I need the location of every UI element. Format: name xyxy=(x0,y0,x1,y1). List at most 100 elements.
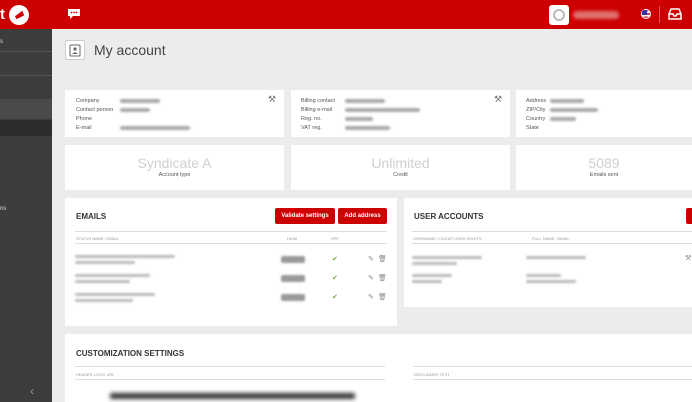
user-row-redacted xyxy=(412,256,482,259)
brand-logo-icon xyxy=(9,4,29,25)
info-row: E-mail xyxy=(76,123,190,132)
divider xyxy=(412,231,692,232)
user-row-redacted xyxy=(526,274,561,277)
user-row-redacted xyxy=(526,256,586,259)
divider xyxy=(412,243,692,244)
sidebar-item-4[interactable] xyxy=(0,99,52,119)
chat-icon[interactable] xyxy=(67,8,81,20)
redacted-value xyxy=(120,107,150,112)
info-label: E-mail xyxy=(76,124,92,131)
sidebar-item-1[interactable]: s xyxy=(0,32,52,52)
divider xyxy=(75,231,387,232)
info-label: Billing contact xyxy=(301,97,335,104)
edit-tools-icon[interactable]: ⚒ xyxy=(494,95,503,104)
info-row: VAT reg. xyxy=(301,123,420,132)
address-card: Address ZIP/City Country State xyxy=(516,90,692,137)
add-user-button[interactable] xyxy=(686,208,692,224)
trash-icon[interactable]: 🗑 xyxy=(378,274,387,282)
edit-tools-icon[interactable]: ⚒ xyxy=(268,95,277,104)
divider xyxy=(413,366,692,367)
redacted-value xyxy=(345,107,420,112)
brand-text: t xyxy=(0,6,5,23)
divider xyxy=(75,243,387,244)
user-row-redacted xyxy=(412,274,452,277)
email-row-redacted xyxy=(75,293,155,296)
username-redacted xyxy=(573,10,619,19)
email-row-redacted xyxy=(75,299,133,302)
redacted-value xyxy=(345,116,373,121)
spf-check-icon: ✔ xyxy=(332,294,338,301)
spf-check-icon: ✔ xyxy=(332,275,338,282)
info-row: Country xyxy=(526,114,598,123)
info-label: Reg. no. xyxy=(301,115,322,122)
column-header: USERNAME / CLIENT USER RIGHTS xyxy=(413,236,482,241)
section-title: USER ACCOUNTS xyxy=(414,212,484,221)
info-row: Phone xyxy=(76,114,190,123)
stat-credit: Unlimited Credit xyxy=(291,145,510,190)
stat-account-type: Syndicate A Account type xyxy=(65,145,284,190)
email-row-redacted xyxy=(75,255,175,258)
validate-settings-button[interactable]: Validate settings xyxy=(275,208,335,224)
brand[interactable]: t xyxy=(0,0,52,29)
field-label: DISCLAIMER TEXT xyxy=(414,372,450,377)
info-label: State xyxy=(526,124,539,131)
email-row-redacted xyxy=(75,261,135,264)
stat-label: Credit xyxy=(393,172,408,178)
redacted-value xyxy=(120,98,160,103)
info-row: Billing contact xyxy=(301,96,420,105)
inbox-icon[interactable] xyxy=(668,8,682,20)
dkim-redacted xyxy=(281,256,305,263)
info-label: Country xyxy=(526,115,546,122)
account-card-icon xyxy=(65,40,85,60)
info-label: Contact person xyxy=(76,106,114,113)
column-header: STATUS xyxy=(76,236,92,241)
language-flag-icon[interactable] xyxy=(641,9,651,19)
sidebar-item-3[interactable] xyxy=(0,76,52,96)
collapse-sidebar-icon[interactable]: ‹ xyxy=(30,384,34,398)
user-row-redacted xyxy=(412,262,457,265)
info-row: Contact person xyxy=(76,105,190,114)
info-label: VAT reg. xyxy=(301,124,322,131)
sidebar-item-2[interactable] xyxy=(0,52,52,72)
page-header: My account xyxy=(65,40,166,60)
divider xyxy=(75,366,385,367)
info-label: Address xyxy=(526,97,547,104)
stat-value: Syndicate A xyxy=(137,155,212,171)
info-row: Billing e-mail xyxy=(301,105,420,114)
email-row-redacted xyxy=(75,280,130,283)
trash-icon[interactable]: 🗑 xyxy=(378,293,387,301)
sidebar-item-active[interactable] xyxy=(0,120,52,136)
column-header: NAME / EMAIL xyxy=(92,236,119,241)
email-row-redacted xyxy=(75,274,150,277)
add-address-button[interactable]: Add address xyxy=(338,208,387,224)
user-menu[interactable] xyxy=(549,4,619,25)
column-header: DKIM xyxy=(287,236,297,241)
user-row-redacted xyxy=(412,280,442,283)
stat-value: 5089 xyxy=(588,155,620,171)
tools-icon[interactable]: ⚒ xyxy=(685,254,691,262)
spf-check-icon: ✔ xyxy=(332,256,338,263)
column-header: FULL NAME / EMAIL xyxy=(532,236,570,241)
avatar xyxy=(549,4,569,25)
dkim-redacted xyxy=(281,275,305,282)
sidebar-item-label: ns xyxy=(0,206,7,212)
stat-value: Unlimited xyxy=(371,155,430,171)
info-row: State xyxy=(526,123,598,132)
info-row: ZIP/City xyxy=(526,105,598,114)
redacted-value xyxy=(550,107,598,112)
redacted-value xyxy=(120,125,190,130)
stat-label: Emails sent xyxy=(589,172,619,178)
edit-icon[interactable]: ✎ xyxy=(368,293,374,301)
edit-icon[interactable]: ✎ xyxy=(368,274,374,282)
disclaimer-input[interactable] xyxy=(413,379,692,380)
user-accounts-panel: USER ACCOUNTS USERNAME / CLIENT USER RIG… xyxy=(404,198,692,307)
redacted-value xyxy=(550,98,584,103)
trash-icon[interactable]: 🗑 xyxy=(378,255,387,263)
sidebar-item-5[interactable]: ns xyxy=(0,199,52,219)
redacted-value xyxy=(550,116,576,121)
page-title: My account xyxy=(94,42,166,58)
company-card: Company Contact person Phone E-mail ⚒ xyxy=(65,90,284,137)
edit-icon[interactable]: ✎ xyxy=(368,255,374,263)
header-logo-input[interactable] xyxy=(75,379,385,380)
column-header: SPF xyxy=(331,236,339,241)
